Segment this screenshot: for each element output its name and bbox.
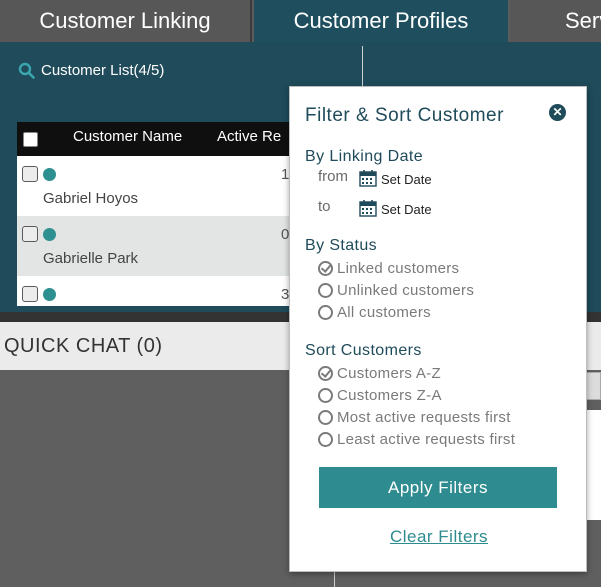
sort-option-least-active[interactable]: Least active requests first xyxy=(318,431,515,448)
radio-icon[interactable] xyxy=(318,388,333,403)
customer-name: Gabriel Hoyos xyxy=(43,190,139,207)
radio-icon[interactable] xyxy=(318,432,333,447)
row-checkbox[interactable] xyxy=(22,226,38,242)
tab-customer-linking[interactable]: Customer Linking xyxy=(0,0,252,42)
option-label: Least active requests first xyxy=(337,431,516,448)
sort-option-az[interactable]: Customers A-Z xyxy=(318,365,441,382)
option-label: Customers A-Z xyxy=(337,365,441,382)
customer-list-label: Customer List(4/5) xyxy=(41,62,165,79)
sort-option-za[interactable]: Customers Z-A xyxy=(318,387,442,404)
to-label: to xyxy=(318,198,331,215)
radio-icon[interactable] xyxy=(318,283,333,298)
option-label: Most active requests first xyxy=(337,409,511,426)
option-label: All customers xyxy=(337,304,431,321)
status-option-all[interactable]: All customers xyxy=(318,304,431,321)
status-dot xyxy=(43,168,56,181)
dialog-title: Filter & Sort Customer xyxy=(305,105,504,126)
search-icon[interactable] xyxy=(18,62,35,79)
table-row[interactable]: Gabriel Hoyos 1 xyxy=(17,156,307,216)
top-tabs: Customer Linking Customer Profiles Serv xyxy=(0,0,601,42)
select-all-checkbox[interactable] xyxy=(23,132,38,147)
divider xyxy=(362,46,363,90)
right-panel-content xyxy=(587,410,601,520)
close-icon[interactable]: ✕ xyxy=(549,104,566,121)
customer-name: Gabrielle Park xyxy=(43,250,139,267)
calendar-icon[interactable] xyxy=(359,199,377,220)
radio-checked-icon[interactable] xyxy=(318,261,333,276)
option-label: Linked customers xyxy=(337,260,460,277)
option-label: Unlinked customers xyxy=(337,282,475,299)
linking-date-title: By Linking Date xyxy=(305,148,424,165)
row-checkbox[interactable] xyxy=(22,166,38,182)
row-checkbox[interactable] xyxy=(22,286,38,302)
radio-icon[interactable] xyxy=(318,410,333,425)
calendar-icon[interactable] xyxy=(359,169,377,190)
table-row[interactable]: 3 xyxy=(17,276,307,306)
status-option-unlinked[interactable]: Unlinked customers xyxy=(318,282,474,299)
column-customer-name[interactable]: Customer Name xyxy=(73,128,182,145)
radio-icon[interactable] xyxy=(318,305,333,320)
status-dot xyxy=(43,228,56,241)
filter-sort-dialog: Filter & Sort Customer ✕ By Linking Date… xyxy=(289,86,587,572)
status-dot xyxy=(43,288,56,301)
sort-title: Sort Customers xyxy=(305,342,422,359)
quick-chat-header[interactable]: QUICK CHAT (0) xyxy=(0,322,300,370)
customer-table-header: Customer Name Active Re xyxy=(17,122,307,156)
to-date-picker[interactable]: Set Date xyxy=(359,199,432,220)
tab-services[interactable]: Serv xyxy=(510,0,601,42)
customer-list-header[interactable]: Customer List(4/5) xyxy=(18,62,164,79)
table-row[interactable]: Gabrielle Park 0 xyxy=(17,216,307,276)
from-label: from xyxy=(318,168,348,185)
from-date-value: Set Date xyxy=(381,172,432,187)
column-active-requests[interactable]: Active Re xyxy=(217,128,281,145)
from-date-picker[interactable]: Set Date xyxy=(359,169,432,190)
apply-filters-button[interactable]: Apply Filters xyxy=(319,467,557,508)
option-label: Customers Z-A xyxy=(337,387,442,404)
radio-checked-icon[interactable] xyxy=(318,366,333,381)
clear-filters-link[interactable]: Clear Filters xyxy=(290,527,588,547)
tab-customer-profiles[interactable]: Customer Profiles xyxy=(254,0,508,42)
to-date-value: Set Date xyxy=(381,202,432,217)
status-option-linked[interactable]: Linked customers xyxy=(318,260,459,277)
status-title: By Status xyxy=(305,237,378,254)
sort-option-most-active[interactable]: Most active requests first xyxy=(318,409,511,426)
